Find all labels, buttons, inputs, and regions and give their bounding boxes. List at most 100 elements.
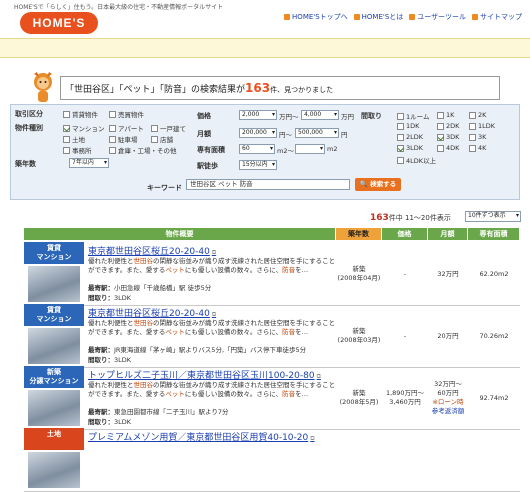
- monthly-cell: 20万円: [437, 331, 459, 340]
- price-cell: [382, 428, 428, 492]
- listing-row: 賃貸 マンション 東京都世田谷区桜丘20-20-40 ⧉ 優れた利便性と世田谷の閑静な…: [24, 304, 520, 368]
- area-cell: 92.74m2: [479, 393, 509, 402]
- property-photo[interactable]: [28, 266, 80, 302]
- top-link-tools[interactable]: ユーザーツール: [409, 12, 466, 22]
- category-badge: 賃貸 マンション: [24, 304, 84, 326]
- monthly-cell: [428, 428, 468, 492]
- keyword-input[interactable]: 世田谷区 ペット 防音: [186, 179, 350, 190]
- checkbox-rent[interactable]: 賃貸物件: [63, 109, 98, 119]
- checkbox-4ldk-plus[interactable]: 4LDK以上: [397, 155, 436, 165]
- price-cell: -: [403, 331, 407, 340]
- checkbox-1k[interactable]: 1K: [437, 111, 454, 119]
- checkbox-house[interactable]: 一戸建て: [151, 123, 186, 133]
- layout-info: 間取り：3LDK: [88, 418, 132, 426]
- checkbox-parking[interactable]: 駐車場: [109, 134, 138, 144]
- listing-row: 新築 分譲マンション トップヒルズ二子玉川／東京都世田谷区玉川100-20-80 ⧉…: [24, 366, 520, 430]
- property-description: 優れた利便性と世田谷の閑静な街並みが織り成す洗練された居住空間を手にすることがで…: [88, 257, 336, 274]
- site-tagline: HOME'Sで「らしく」住もう。日本最大級の住宅・不動産情報ポータルサイト: [14, 4, 224, 11]
- th-age[interactable]: 築年数: [336, 228, 382, 240]
- area-cell: 62.20m2: [479, 269, 509, 278]
- layout-info: 間取り：3LDK: [88, 356, 132, 364]
- checkbox-1ldk[interactable]: 1LDK: [469, 122, 495, 130]
- listing-row: 土地 プレミアムメゾン用賀／東京都世田谷区用賀40-10-20 ⧉: [24, 428, 520, 492]
- area-to-select[interactable]: [295, 144, 325, 154]
- external-link-icon: ⧉: [211, 249, 217, 256]
- age-cell: [336, 428, 382, 492]
- access-info: 最寄駅：東急田園都市線「二子玉川」駅より7分: [88, 408, 229, 416]
- listing-row: 賃貸 マンション 東京都世田谷区桜丘20-20-40 ⧉ 優れた利便性と世田谷の閑静な…: [24, 242, 520, 306]
- monthly-from-select[interactable]: 200,000: [239, 128, 277, 138]
- label-monthly: 月額: [197, 130, 211, 138]
- property-photo[interactable]: [28, 328, 80, 364]
- search-button[interactable]: 🔍 検索する: [355, 178, 401, 191]
- checkbox-1room[interactable]: 1ルーム: [397, 111, 429, 121]
- header-band: [0, 38, 530, 58]
- area-cell: [468, 428, 520, 492]
- property-photo[interactable]: [28, 390, 80, 426]
- checkbox-3k[interactable]: 3K: [469, 133, 486, 141]
- checkbox-warehouse[interactable]: 倉庫・工場・その他: [109, 145, 177, 155]
- th-area[interactable]: 専有面積: [468, 228, 520, 240]
- checkbox-sale[interactable]: 売買物件: [109, 109, 144, 119]
- result-headline: 「世田谷区」「ペット」「防音」の検索結果が163件、見つかりました: [60, 76, 500, 100]
- mascot-icon: [34, 72, 52, 102]
- category-badge: 新築 分譲マンション: [24, 366, 84, 388]
- th-price[interactable]: 価格: [382, 228, 428, 240]
- monthly-cell: 32万円: [437, 269, 459, 278]
- checkbox-4k[interactable]: 4K: [469, 144, 486, 152]
- property-title-link[interactable]: 東京都世田谷区桜丘20-20-40 ⧉: [88, 306, 216, 319]
- area-cell: 70.26m2: [479, 331, 509, 340]
- label-keyword: キーワード: [147, 184, 182, 192]
- checkbox-1dk[interactable]: 1DK: [397, 122, 419, 130]
- arrow-icon: [409, 14, 416, 20]
- property-title-link[interactable]: プレミアムメゾン用賀／東京都世田谷区用賀40-10-20 ⧉: [88, 430, 315, 443]
- th-summary: 物件概要: [24, 228, 336, 240]
- top-links: HOME'Sトップへ HOME'Sとは ユーザーツール サイトマップ: [284, 12, 522, 22]
- checkbox-office[interactable]: 事務所: [63, 145, 92, 155]
- property-description: 優れた利便性と世田谷の閑静な街並みが織り成す洗練された居住空間を手にすることがで…: [88, 381, 336, 398]
- checkbox-2ldk[interactable]: 2LDK: [397, 133, 423, 141]
- checkbox-3ldk[interactable]: 3LDK: [397, 144, 423, 152]
- price-cell: 1,890万円〜 3,460万円: [385, 389, 425, 406]
- checkbox-shop[interactable]: 店舗: [151, 134, 173, 144]
- access-info: 最寄駅：小田急線「千歳船橋」駅 徒歩5分: [88, 284, 212, 292]
- label-shubetsu: 物件種別: [15, 124, 43, 132]
- checkbox-3dk[interactable]: 3DK: [437, 133, 459, 141]
- property-description: 優れた利便性と世田谷の閑静な街並みが織り成す洗練された居住空間を手にすることがで…: [88, 319, 336, 336]
- homes-logo[interactable]: HOME'S: [20, 12, 98, 34]
- top-link-about[interactable]: HOME'Sとは: [353, 12, 403, 22]
- area-from-select[interactable]: 60: [239, 144, 275, 154]
- arrow-icon: [284, 14, 291, 20]
- checkbox-mansion[interactable]: マンション: [63, 123, 105, 133]
- monthly-to-select[interactable]: 500,000: [295, 128, 339, 138]
- checkbox-apartment[interactable]: アパート: [109, 123, 144, 133]
- property-title-link[interactable]: トップヒルズ二子玉川／東京都世田谷区玉川100-20-80 ⧉: [88, 368, 321, 381]
- repayment-link[interactable]: 参考返済額: [432, 407, 465, 416]
- age-cell: 新築 (2008年03月): [337, 327, 381, 344]
- th-monthly[interactable]: 月額: [428, 228, 468, 240]
- age-select[interactable]: 7年以内: [69, 158, 109, 168]
- label-chikunen: 築年数: [15, 160, 36, 168]
- top-link-home[interactable]: HOME'Sトップへ: [284, 12, 348, 22]
- label-torihiki: 取引区分: [15, 110, 43, 118]
- checkbox-4dk[interactable]: 4DK: [437, 144, 459, 152]
- top-link-sitemap[interactable]: サイトマップ: [472, 12, 522, 22]
- checkbox-2k[interactable]: 2K: [469, 111, 486, 119]
- property-photo[interactable]: [28, 452, 80, 488]
- external-link-icon: ⧉: [316, 373, 321, 380]
- label-madori: 間取り: [361, 112, 382, 120]
- price-to-select[interactable]: 4,000: [301, 110, 339, 120]
- price-cell: -: [403, 269, 407, 278]
- price-from-select[interactable]: 2,000: [239, 110, 277, 120]
- external-link-icon: ⧉: [310, 435, 315, 442]
- label-walk: 駅徒歩: [197, 162, 218, 170]
- result-count: 163: [245, 81, 271, 95]
- property-title-link[interactable]: 東京都世田谷区桜丘20-20-40 ⧉: [88, 244, 216, 257]
- external-link-icon: ⧉: [211, 311, 217, 318]
- arrow-icon: [472, 14, 478, 20]
- per-page-select[interactable]: 10件ずつ表示: [465, 211, 521, 222]
- checkbox-land[interactable]: 土地: [63, 134, 85, 144]
- arrow-icon: [353, 14, 360, 20]
- checkbox-2dk[interactable]: 2DK: [437, 122, 459, 130]
- walk-select[interactable]: 15分以内: [239, 160, 277, 170]
